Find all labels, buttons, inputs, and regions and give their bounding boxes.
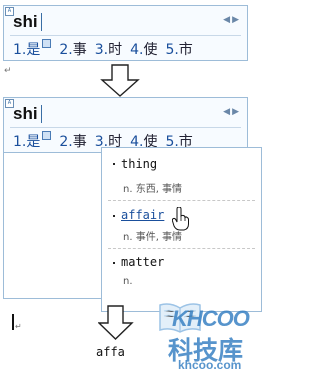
ime-separator <box>10 35 241 36</box>
entry-word[interactable]: affair <box>121 208 164 222</box>
document-text-cursor <box>12 314 14 330</box>
ime-candidate-window-2: A shi ◀▶ 1.是 2.事 3.时 4.使 5.市 <box>3 97 248 153</box>
bullet-icon <box>113 215 115 217</box>
down-arrow-icon <box>100 64 140 97</box>
hand-cursor-icon <box>172 207 189 231</box>
paragraph-mark: ↵ <box>15 322 22 331</box>
panel-frame <box>3 153 102 299</box>
dictionary-indicator-icon <box>42 39 52 48</box>
paragraph-mark: ↵ <box>4 66 12 76</box>
entry-definition: n. <box>123 276 133 287</box>
candidate-2[interactable]: 2.事 <box>59 39 86 59</box>
text-caret <box>41 105 42 123</box>
candidate-5[interactable]: 5.市 <box>165 39 192 59</box>
candidate-3[interactable]: 3.时 <box>95 39 122 59</box>
dictionary-indicator-icon <box>42 131 52 140</box>
candidate-1[interactable]: 1.是 <box>13 131 52 151</box>
text-caret <box>41 13 42 31</box>
prev-page-icon[interactable]: ◀ <box>223 15 232 25</box>
page-arrows[interactable]: ◀▶ <box>223 15 241 25</box>
candidate-2[interactable]: 2.事 <box>59 131 86 151</box>
entry-definition: n. 东西, 事情 <box>123 184 183 195</box>
candidate-list: 1.是 2.事 3.时 4.使 5.市 <box>13 39 201 59</box>
bullet-icon <box>113 163 115 165</box>
prev-page-icon[interactable]: ◀ <box>223 107 232 117</box>
result-text: affa <box>96 345 125 359</box>
down-arrow-icon <box>98 305 134 340</box>
watermark-url: khcoo.com <box>178 358 242 372</box>
candidate-4[interactable]: 4.使 <box>130 39 157 59</box>
pinyin-input[interactable]: shi <box>13 104 38 124</box>
dictionary-popup: thing n. 东西, 事情 affair n. 事件, 事情 matter … <box>101 147 262 312</box>
entry-word: matter <box>121 255 165 269</box>
watermark-logo-text: KHCOO <box>172 306 250 331</box>
bullet-icon <box>113 262 115 264</box>
ime-separator <box>10 127 241 128</box>
next-page-icon[interactable]: ▶ <box>232 107 241 117</box>
page-arrows[interactable]: ◀▶ <box>223 107 241 117</box>
next-page-icon[interactable]: ▶ <box>232 15 241 25</box>
dictionary-entry-affair[interactable]: affair n. 事件, 事情 <box>102 201 261 247</box>
entry-word: thing <box>121 157 158 171</box>
pinyin-input[interactable]: shi <box>13 12 38 32</box>
ime-candidate-window-1: A shi ◀▶ 1.是 2.事 3.时 4.使 5.市 <box>3 5 248 61</box>
dictionary-entry-thing[interactable]: thing n. 东西, 事情 <box>102 148 261 200</box>
candidate-1[interactable]: 1.是 <box>13 39 52 59</box>
